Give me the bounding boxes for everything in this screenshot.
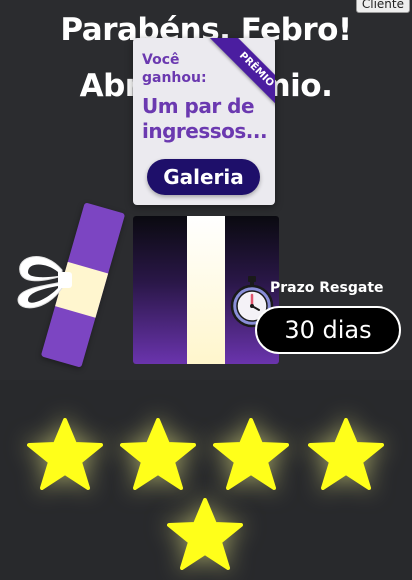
star-icon-4[interactable]: [308, 418, 384, 490]
star-icon-1[interactable]: [27, 418, 103, 490]
star-icon-5[interactable]: [167, 498, 243, 570]
gift-box-ribbon: [187, 216, 225, 364]
prize-ribbon-label: PRÊMIO: [210, 38, 275, 116]
deadline-label: Prazo Resgate: [270, 280, 384, 296]
star-icon-3[interactable]: [213, 418, 289, 490]
star-icon-2[interactable]: [120, 418, 196, 490]
gift-bow-icon: [17, 256, 72, 309]
prize-ribbon: PRÊMIO: [189, 38, 275, 124]
prize-card: Você ganhou: Um par de ingressos... Gale…: [133, 38, 275, 205]
gallery-button[interactable]: Galeria: [147, 159, 260, 195]
deadline-value: 30 dias: [255, 306, 401, 354]
